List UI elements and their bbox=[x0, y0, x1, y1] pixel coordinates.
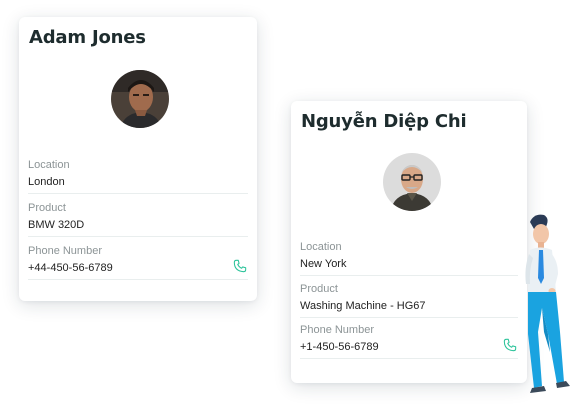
location-value: New York bbox=[300, 258, 347, 270]
product-field: Product BMW 320D bbox=[28, 202, 248, 237]
avatar-photo bbox=[383, 153, 441, 211]
product-label: Product bbox=[28, 202, 66, 214]
avatar bbox=[383, 153, 441, 211]
phone-label: Phone Number bbox=[300, 324, 374, 336]
phone-value: +1-450-56-6789 bbox=[300, 341, 379, 353]
product-value: BMW 320D bbox=[28, 219, 85, 231]
product-field: Product Washing Machine - HG67 bbox=[300, 283, 518, 318]
phone-icon[interactable] bbox=[502, 337, 518, 353]
location-value: London bbox=[28, 176, 65, 188]
contact-name: Nguyễn Diệp Chi bbox=[301, 111, 467, 132]
contact-card: Adam Jones Location London Product BMW 3… bbox=[19, 17, 257, 301]
location-field: Location New York bbox=[300, 241, 518, 276]
business-person-illustration bbox=[524, 212, 577, 397]
avatar bbox=[111, 70, 169, 128]
location-field: Location London bbox=[28, 159, 248, 194]
phone-field: Phone Number +1-450-56-6789 bbox=[300, 324, 518, 359]
location-label: Location bbox=[28, 159, 70, 171]
avatar-photo bbox=[111, 70, 169, 128]
contact-card: Nguyễn Diệp Chi Location New York Produc… bbox=[291, 101, 527, 383]
phone-label: Phone Number bbox=[28, 245, 102, 257]
phone-icon[interactable] bbox=[232, 258, 248, 274]
contact-name: Adam Jones bbox=[29, 27, 146, 48]
location-label: Location bbox=[300, 241, 342, 253]
product-label: Product bbox=[300, 283, 338, 295]
phone-value: +44-450-56-6789 bbox=[28, 262, 113, 274]
product-value: Washing Machine - HG67 bbox=[300, 300, 426, 312]
phone-field: Phone Number +44-450-56-6789 bbox=[28, 245, 248, 280]
